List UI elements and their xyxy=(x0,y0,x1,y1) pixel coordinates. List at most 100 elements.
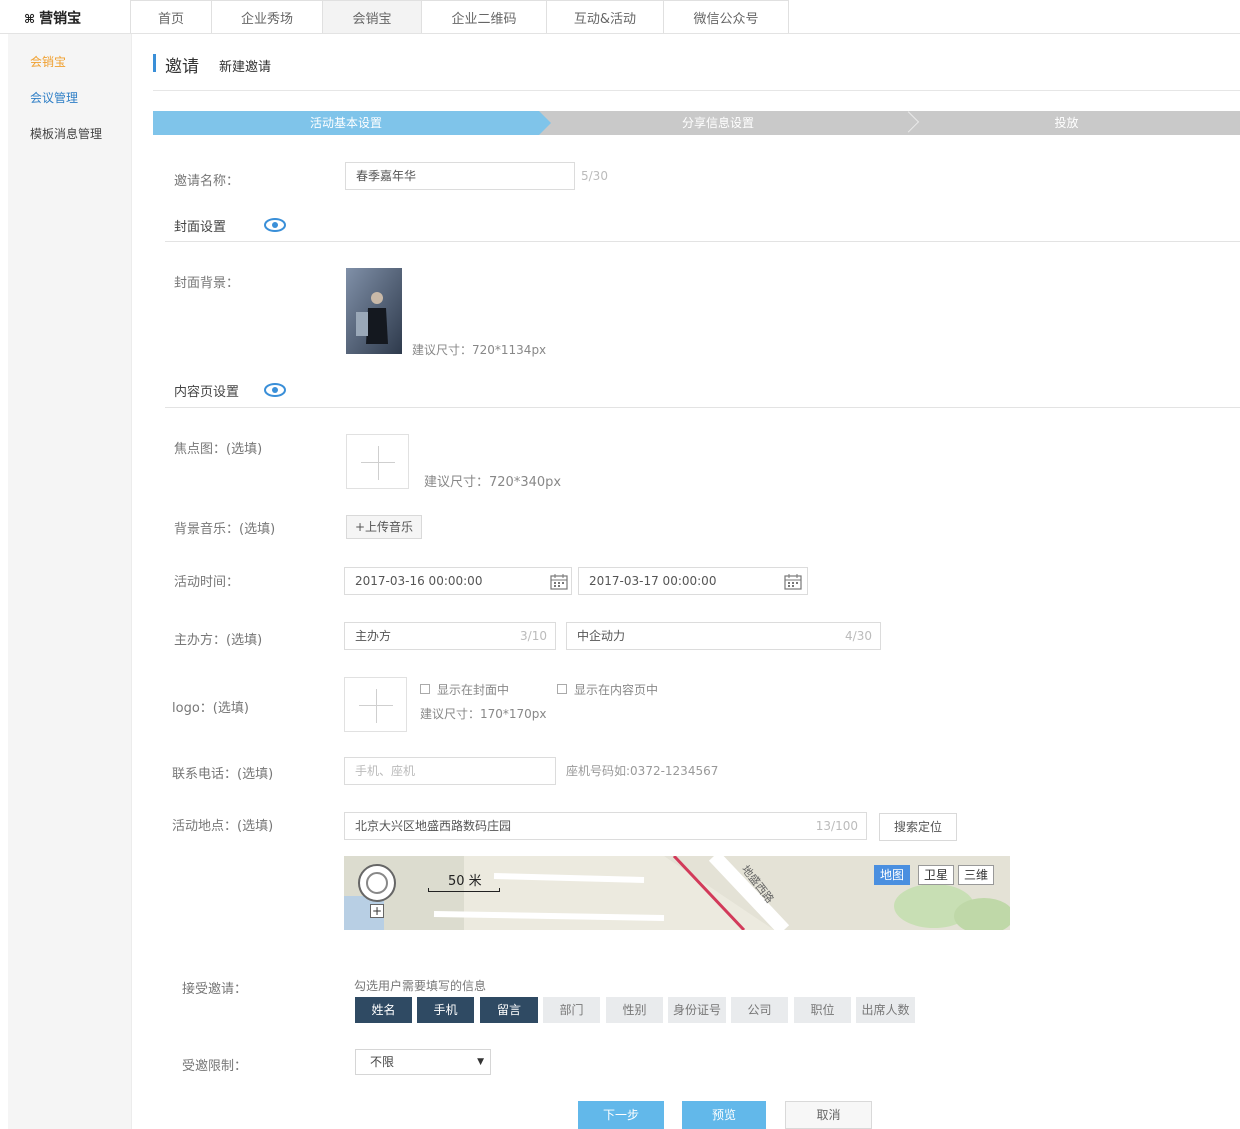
phone-input[interactable]: 手机、座机 xyxy=(344,757,556,785)
calendar-icon[interactable] xyxy=(550,574,568,590)
header-accent-bar xyxy=(153,54,156,72)
page-subtitle: 新建邀请 xyxy=(219,60,272,75)
field-attendees-tag[interactable]: 出席人数 xyxy=(856,997,915,1023)
phone-placeholder: 手机、座机 xyxy=(355,764,416,778)
show-in-content-checkbox[interactable] xyxy=(557,684,567,694)
eye-icon[interactable] xyxy=(264,218,286,232)
tab-qrcode[interactable]: 企业二维码 xyxy=(421,0,547,33)
field-idcard-tag[interactable]: 身份证号 xyxy=(668,997,726,1023)
music-label: 背景音乐：(选填) xyxy=(174,522,276,537)
tab-wechat[interactable]: 微信公众号 xyxy=(663,0,789,33)
eye-icon[interactable] xyxy=(264,383,286,397)
phone-format-hint: 座机号码如:0372-1234567 xyxy=(566,764,719,778)
tab-home[interactable]: 首页 xyxy=(130,0,212,33)
focus-image-label: 焦点图：(选填) xyxy=(174,442,263,457)
map-type-satellite[interactable]: 卫星 xyxy=(918,865,955,885)
plus-icon xyxy=(378,446,379,480)
preview-button[interactable]: 预览 xyxy=(682,1101,766,1129)
cohost-count: 4/30 xyxy=(845,629,872,643)
field-phone-tag[interactable]: 手机 xyxy=(417,997,474,1023)
field-name-tag[interactable]: 姓名 xyxy=(355,997,412,1023)
cover-divider xyxy=(165,241,1240,242)
time-label: 活动时间： xyxy=(174,575,240,590)
tab-interaction[interactable]: 互动&活动 xyxy=(546,0,664,33)
sidebar-item-meetings[interactable]: 会议管理 xyxy=(30,89,78,106)
next-button[interactable]: 下一步 xyxy=(578,1101,664,1129)
cohost-input[interactable]: 中企动力 4/30 xyxy=(566,622,881,650)
field-company-tag[interactable]: 公司 xyxy=(731,997,788,1023)
host-count: 3/10 xyxy=(520,629,547,643)
show-in-cover-label: 显示在封面中 xyxy=(437,683,510,697)
show-in-content-label: 显示在内容页中 xyxy=(574,683,659,697)
map-view[interactable]: + 50 米 地盛西路 地图 卫星 三维 xyxy=(344,856,1010,930)
top-bar: ⌘ 营销宝 首页 企业秀场 会销宝 企业二维码 互动&活动 微信公众号 xyxy=(0,0,1240,34)
top-nav: 首页 企业秀场 会销宝 企业二维码 互动&活动 微信公众号 xyxy=(130,0,789,33)
limit-select[interactable]: 不限 ▼ xyxy=(355,1049,491,1075)
logo-label: logo：(选填) xyxy=(172,701,249,716)
sidebar-item-huixiaobao[interactable]: 会销宝 xyxy=(30,53,66,70)
brand-name: 营销宝 xyxy=(39,11,82,27)
cover-size-hint: 建议尺寸：720*1134px xyxy=(412,343,547,357)
upload-music-button[interactable]: +上传音乐 xyxy=(346,515,423,539)
logo-upload[interactable] xyxy=(344,677,407,732)
divider xyxy=(153,90,1240,91)
name-label: 邀请名称： xyxy=(174,174,240,189)
sidebar-item-template-messages[interactable]: 模板消息管理 xyxy=(30,125,102,142)
field-gender-tag[interactable]: 性别 xyxy=(606,997,663,1023)
host-input[interactable]: 主办方 3/10 xyxy=(344,622,556,650)
host-label: 主办方：(选填) xyxy=(174,633,263,648)
search-location-button[interactable]: 搜索定位 xyxy=(879,813,958,841)
zoom-in-icon[interactable]: + xyxy=(370,904,384,918)
host-placeholder: 主办方 xyxy=(355,629,392,643)
address-input[interactable]: 北京大兴区地盛西路数码庄园 13/100 xyxy=(344,812,867,840)
content-divider xyxy=(165,407,1240,408)
field-position-tag[interactable]: 职位 xyxy=(794,997,851,1023)
phone-label: 联系电话：(选填) xyxy=(172,767,274,782)
content-section-title: 内容页设置 xyxy=(174,385,240,400)
show-in-cover-checkbox[interactable] xyxy=(420,684,430,694)
pan-control[interactable] xyxy=(358,864,396,902)
name-input[interactable]: 春季嘉年华 xyxy=(345,162,575,190)
start-time-input[interactable]: 2017-03-16 00:00:00 xyxy=(344,567,572,595)
cover-thumbnail[interactable] xyxy=(346,268,402,354)
field-department-tag[interactable]: 部门 xyxy=(543,997,600,1023)
focus-image-upload[interactable] xyxy=(346,434,409,489)
map-type-map[interactable]: 地图 xyxy=(874,865,911,885)
tab-showroom[interactable]: 企业秀场 xyxy=(211,0,323,33)
logo-size-hint: 建议尺寸：170*170px xyxy=(420,707,547,721)
address-label: 活动地点：(选填) xyxy=(172,819,274,834)
cohost-value: 中企动力 xyxy=(577,629,626,643)
step-publish[interactable]: 投放 xyxy=(893,111,1240,135)
cancel-button[interactable]: 取消 xyxy=(785,1101,872,1129)
limit-label: 受邀限制： xyxy=(182,1059,248,1074)
map-scale: 50 米 xyxy=(448,874,482,889)
caret-down-icon: ▼ xyxy=(477,1057,484,1067)
map-type-3d[interactable]: 三维 xyxy=(958,865,995,885)
end-time-value: 2017-03-17 00:00:00 xyxy=(589,574,717,588)
step-share-settings[interactable]: 分享信息设置 xyxy=(553,111,883,135)
map-canvas xyxy=(344,856,1010,930)
page-title: 邀请 xyxy=(165,57,199,77)
accept-label: 接受邀请： xyxy=(182,982,248,997)
map-scale-bar xyxy=(428,888,500,892)
end-time-input[interactable]: 2017-03-17 00:00:00 xyxy=(578,567,808,595)
step-progress: 活动基本设置 分享信息设置 投放 xyxy=(153,111,1240,135)
accept-hint: 勾选用户需要填写的信息 xyxy=(354,979,487,993)
brand[interactable]: ⌘ 营销宝 xyxy=(24,8,81,28)
grid-logo-icon: ⌘ xyxy=(24,12,36,26)
calendar-icon[interactable] xyxy=(784,574,802,590)
name-value: 春季嘉年华 xyxy=(356,169,417,183)
compass-icon xyxy=(366,872,388,894)
focus-size-hint: 建议尺寸：720*340px xyxy=(424,475,562,490)
plus-icon xyxy=(376,689,377,723)
name-count: 5/30 xyxy=(581,169,608,183)
tab-huixiaobao[interactable]: 会销宝 xyxy=(322,0,422,33)
limit-value: 不限 xyxy=(370,1055,395,1069)
cover-section-title: 封面设置 xyxy=(174,220,227,235)
cover-bg-label: 封面背景： xyxy=(174,276,240,291)
sidebar: 会销宝 会议管理 模板消息管理 xyxy=(8,34,132,1129)
field-message-tag[interactable]: 留言 xyxy=(480,997,538,1023)
step-basic-settings[interactable]: 活动基本设置 xyxy=(153,111,551,135)
address-value: 北京大兴区地盛西路数码庄园 xyxy=(355,819,512,833)
start-time-value: 2017-03-16 00:00:00 xyxy=(355,574,483,588)
